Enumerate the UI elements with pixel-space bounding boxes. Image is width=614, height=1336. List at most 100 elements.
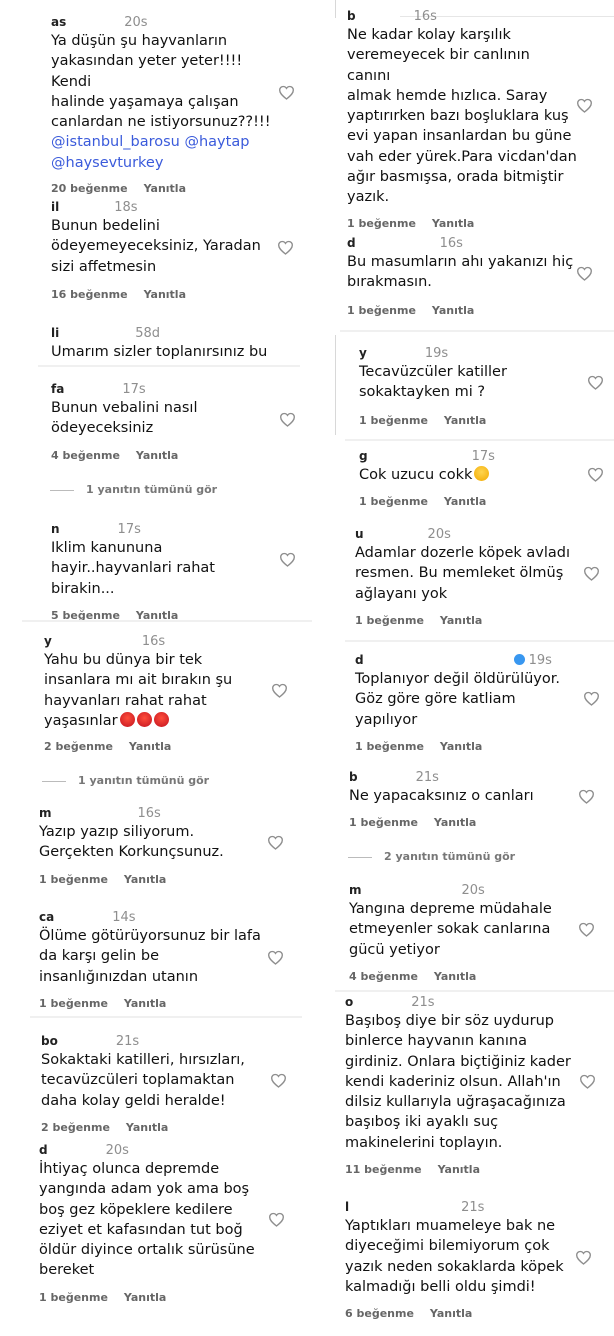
heart-icon[interactable] — [279, 412, 297, 428]
reply-button[interactable]: Yanıtla — [136, 449, 178, 462]
likes-count[interactable]: 2 beğenme — [41, 1121, 110, 1134]
heart-icon[interactable] — [279, 552, 297, 568]
reply-button[interactable]: Yanıtla — [434, 816, 476, 829]
heart-icon[interactable] — [268, 1212, 286, 1228]
likes-count[interactable]: 1 beğenme — [359, 495, 428, 508]
likes-count[interactable]: 1 beğenme — [39, 1291, 108, 1304]
comment-time[interactable]: 16s — [414, 9, 437, 24]
heart-icon[interactable] — [578, 789, 596, 805]
reply-button[interactable]: Yanıtla — [430, 1307, 472, 1320]
comment-time[interactable]: 18s — [114, 200, 137, 215]
likes-count[interactable]: 4 beğenme — [51, 449, 120, 462]
comment-username[interactable]: y — [359, 346, 367, 360]
comment-time[interactable]: 58d — [135, 326, 160, 341]
comment-time[interactable]: 17s — [122, 382, 145, 397]
heart-icon[interactable] — [277, 240, 295, 256]
comment-username[interactable]: as — [51, 15, 66, 29]
heart-icon[interactable] — [576, 98, 594, 114]
reply-button[interactable]: Yanıtla — [440, 740, 482, 753]
view-replies-button[interactable]: 2 yanıtın tümünü gör — [348, 850, 515, 863]
comment-time[interactable]: 17s — [118, 522, 141, 537]
comment-username[interactable]: l — [345, 1200, 349, 1214]
comment-time[interactable]: 19s — [425, 346, 448, 361]
likes-count[interactable]: 1 beğenme — [39, 997, 108, 1010]
comment-username[interactable]: b — [349, 770, 358, 784]
likes-count[interactable]: 2 beğenme — [44, 740, 113, 753]
comment-time[interactable]: 16s — [440, 236, 463, 251]
likes-count[interactable]: 4 beğenme — [349, 970, 418, 983]
mention-link[interactable]: @istanbul_barosu @haytap — [51, 132, 276, 152]
heart-icon[interactable] — [270, 1073, 288, 1089]
comment-username[interactable]: d — [355, 653, 364, 667]
reply-button[interactable]: Yanıtla — [438, 1163, 480, 1176]
comment-username[interactable]: li — [51, 326, 59, 340]
comment-time[interactable]: 20s — [124, 15, 147, 30]
likes-count[interactable]: 1 beğenme — [349, 816, 418, 829]
view-replies-button[interactable]: 1 yanıtın tümünü gör — [50, 483, 217, 496]
likes-count[interactable]: 6 beğenme — [345, 1307, 414, 1320]
reply-button[interactable]: Yanıtla — [126, 1121, 168, 1134]
comment-time[interactable]: 19s — [529, 653, 552, 668]
comment-time[interactable]: 21s — [416, 770, 439, 785]
view-replies-button[interactable]: 1 yanıtın tümünü gör — [42, 774, 209, 787]
likes-count[interactable]: 1 beğenme — [355, 614, 424, 627]
heart-icon[interactable] — [579, 1074, 597, 1090]
comment-time[interactable]: 16s — [142, 634, 165, 649]
comment-username[interactable]: u — [355, 527, 364, 541]
heart-icon[interactable] — [271, 683, 289, 699]
heart-icon[interactable] — [587, 467, 605, 483]
reply-button[interactable]: Yanıtla — [124, 1291, 166, 1304]
reply-button[interactable]: Yanıtla — [434, 970, 476, 983]
likes-count[interactable]: 1 beğenme — [347, 304, 416, 317]
reply-button[interactable]: Yanıtla — [124, 997, 166, 1010]
comment-username[interactable]: o — [345, 995, 353, 1009]
comment-username[interactable]: b — [347, 9, 356, 23]
comment-username[interactable]: bo — [41, 1034, 58, 1048]
comment-time[interactable]: 14s — [112, 910, 135, 925]
reply-button[interactable]: Yanıtla — [444, 414, 486, 427]
comment-time[interactable]: 16s — [138, 806, 161, 821]
comment-username[interactable]: m — [349, 883, 362, 897]
mention-link[interactable]: @haysevturkey — [51, 153, 276, 173]
heart-icon[interactable] — [583, 566, 601, 582]
comment-username[interactable]: il — [51, 200, 59, 214]
comment-time[interactable]: 21s — [116, 1034, 139, 1049]
heart-icon[interactable] — [576, 266, 594, 282]
likes-count[interactable]: 20 beğenme — [51, 182, 128, 195]
comment-time[interactable]: 20s — [428, 527, 451, 542]
reply-button[interactable]: Yanıtla — [444, 495, 486, 508]
comment-username[interactable]: m — [39, 806, 52, 820]
comment-username[interactable]: g — [359, 449, 368, 463]
comment-time[interactable]: 20s — [462, 883, 485, 898]
likes-count[interactable]: 11 beğenme — [345, 1163, 422, 1176]
heart-icon[interactable] — [587, 375, 605, 391]
comment-time[interactable]: 21s — [411, 995, 434, 1010]
comment-username[interactable]: n — [51, 522, 60, 536]
comment-username[interactable]: d — [39, 1143, 48, 1157]
comment-username[interactable]: fa — [51, 382, 64, 396]
likes-count[interactable]: 1 beğenme — [39, 873, 108, 886]
likes-count[interactable]: 16 beğenme — [51, 288, 128, 301]
comment-time[interactable]: 21s — [461, 1200, 484, 1215]
reply-button[interactable]: Yanıtla — [440, 614, 482, 627]
reply-button[interactable]: Yanıtla — [432, 304, 474, 317]
comment-time[interactable]: 20s — [106, 1143, 129, 1158]
comment-username[interactable]: y — [44, 634, 52, 648]
reply-button[interactable]: Yanıtla — [129, 740, 171, 753]
heart-icon[interactable] — [575, 1250, 593, 1266]
reply-button[interactable]: Yanıtla — [124, 873, 166, 886]
comment-time[interactable]: 17s — [472, 449, 495, 464]
comment-username[interactable]: d — [347, 236, 356, 250]
likes-count[interactable]: 1 beğenme — [359, 414, 428, 427]
reply-button[interactable]: Yanıtla — [144, 288, 186, 301]
heart-icon[interactable] — [578, 922, 596, 938]
likes-count[interactable]: 1 beğenme — [347, 217, 416, 230]
comment-username[interactable]: ca — [39, 910, 54, 924]
heart-icon[interactable] — [278, 85, 296, 101]
heart-icon[interactable] — [583, 691, 601, 707]
heart-icon[interactable] — [267, 835, 285, 851]
likes-count[interactable]: 1 beğenme — [355, 740, 424, 753]
heart-icon[interactable] — [267, 950, 285, 966]
reply-button[interactable]: Yanıtla — [432, 217, 474, 230]
reply-button[interactable]: Yanıtla — [144, 182, 186, 195]
